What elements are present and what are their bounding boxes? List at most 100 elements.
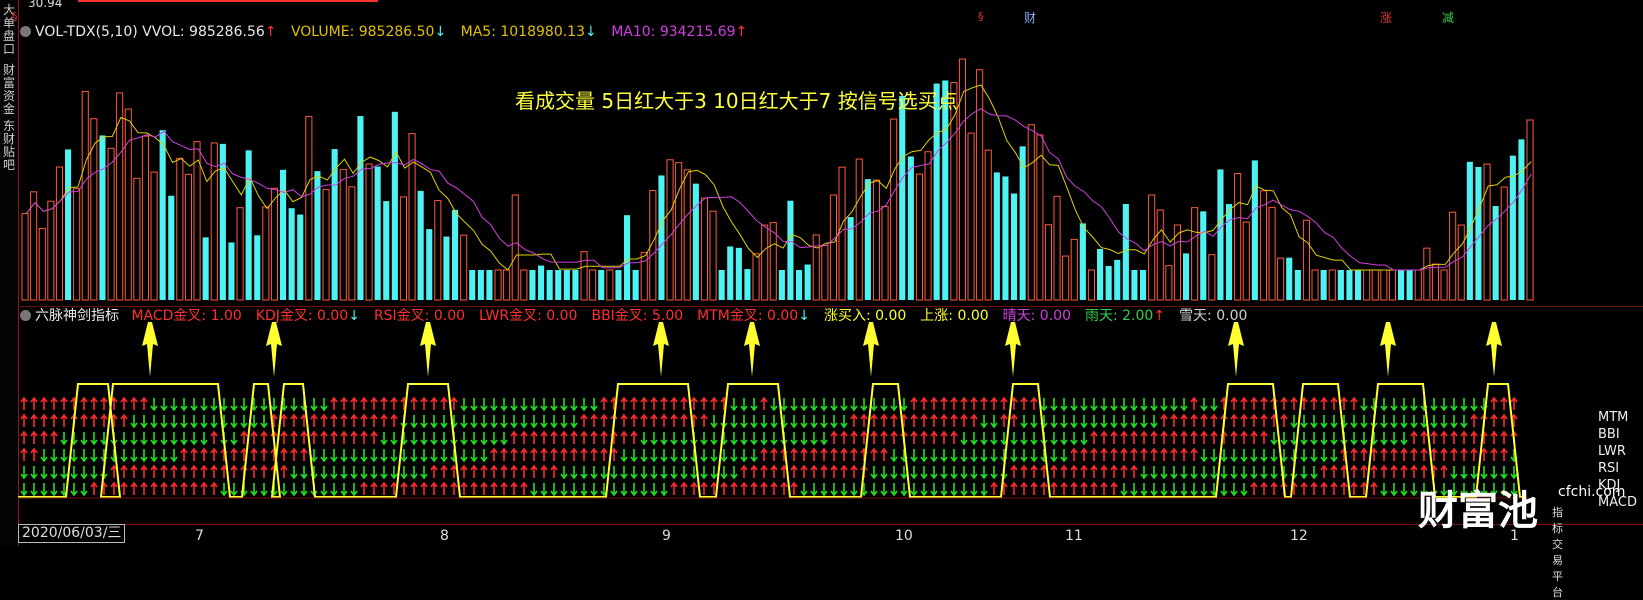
down-arrow-icon [950,449,958,463]
panel-divider [18,306,1643,307]
down-arrow-icon [660,466,668,480]
event-mark-reduce[interactable]: 减 [1442,9,1454,26]
month-tick-label: 8 [440,528,449,544]
event-mark-finance[interactable]: 财 [1024,9,1036,26]
down-arrow-icon [530,483,538,497]
volume-bar [452,209,459,300]
watermark-brand: 财富池 [1418,487,1538,534]
up-arrow-icon [1300,481,1308,495]
volume-bar [829,194,838,301]
volume-bar [254,235,261,300]
up-arrow-icon [410,481,418,495]
up-arrow-icon [910,413,918,427]
down-arrow-icon [1020,432,1028,446]
up-arrow-icon [390,413,398,427]
up-arrow-icon [1200,413,1208,427]
up-arrow-icon [210,481,218,495]
volume-bar [133,177,141,301]
down-arrow-icon [170,449,178,463]
down-arrow-icon [1390,432,1398,446]
up-arrow-icon [500,481,508,495]
down-arrow-icon [730,466,738,480]
down-arrow-icon [1220,466,1228,480]
down-arrow-icon [990,415,998,429]
up-arrow-icon [180,447,188,461]
down-arrow-icon [650,432,658,446]
up-arrow-icon [30,413,38,427]
down-arrow-icon [1380,483,1388,497]
down-arrow-icon [780,398,788,412]
down-arrow-icon [1310,449,1318,463]
up-arrow-icon [440,464,448,478]
volume-bar [1328,269,1336,301]
volume-bar [399,196,407,301]
down-arrow-icon [930,466,938,480]
down-arrow-icon [840,483,848,497]
down-arrow-icon [820,432,828,446]
volume-bar [915,173,924,301]
up-arrow-icon [1190,413,1198,427]
down-arrow-icon [630,449,638,463]
up-arrow-icon [370,396,378,410]
up-arrow-icon [760,481,768,495]
up-arrow-icon [450,396,458,410]
up-arrow-icon [850,447,858,461]
down-arrow-icon [170,398,178,412]
down-arrow-icon [220,483,228,497]
indicator-menu-icon[interactable] [20,310,31,321]
down-arrow-icon [350,449,358,463]
up-arrow-icon [870,430,878,444]
up-arrow-icon [30,447,38,461]
watermark-logo: 财富池 cfchi.com 指标交易平台 [1418,478,1625,599]
down-arrow-icon [30,466,38,480]
volume-bar [615,270,622,300]
down-arrow-icon [930,449,938,463]
down-arrow-icon [440,415,448,429]
down-arrow-icon [620,483,628,497]
down-arrow-icon [640,449,648,463]
event-mark-2[interactable]: § [978,10,984,23]
up-arrow-icon [40,430,48,444]
down-arrow-icon [540,398,548,412]
down-arrow-icon [710,449,718,463]
six-pulse-signal-chart[interactable] [18,322,1628,522]
up-arrow-icon [830,430,838,444]
down-arrow-icon [80,483,88,497]
volume-bar [606,269,614,301]
up-arrow-icon [210,447,218,461]
event-mark-1[interactable]: § [12,10,18,23]
up-arrow-icon [760,396,768,410]
up-arrow-icon [1090,430,1098,444]
volume-bar [993,172,1000,300]
up-arrow-icon [170,464,178,478]
up-arrow-icon [1090,481,1098,495]
volume-bar [1346,270,1353,300]
down-arrow-icon [1030,449,1038,463]
event-mark-rise[interactable]: 涨 [1380,9,1392,26]
volume-bar [1371,269,1379,301]
down-arrow-icon [1200,483,1208,497]
volume-chart[interactable] [18,38,1628,306]
down-arrow-icon [120,432,128,446]
month-tick-label: 7 [195,528,204,544]
up-arrow-icon [1050,481,1058,495]
side-tab-fund-flow[interactable]: 财富资金 [2,64,16,116]
down-arrow-icon [720,466,728,480]
down-arrow-icon [800,483,808,497]
down-arrow-icon [150,432,158,446]
down-arrow-icon [130,432,138,446]
up-arrow-icon [90,481,98,495]
volume-bar [1053,195,1061,301]
up-arrow-icon [800,447,808,461]
up-arrow-icon [680,396,688,410]
up-arrow-icon [950,430,958,444]
up-arrow-icon [200,481,208,495]
up-arrow-icon [850,430,858,444]
volume-bar [193,141,201,301]
down-arrow-icon [40,483,48,497]
side-tab-forum[interactable]: 东财贴吧 [2,120,16,172]
indicator-menu-icon[interactable] [20,26,31,37]
down-arrow-icon [140,449,148,463]
down-arrow-icon [1240,483,1248,497]
down-arrow-icon [1400,398,1408,412]
